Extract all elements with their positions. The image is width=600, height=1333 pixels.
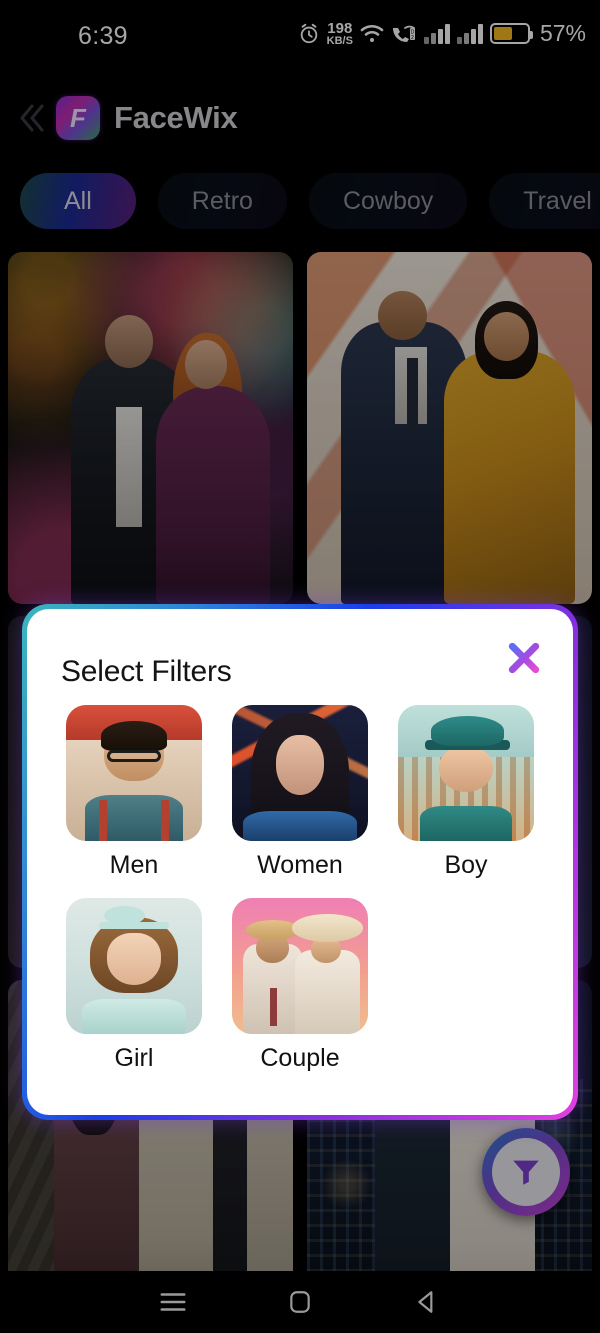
filter-thumb-couple (232, 898, 368, 1034)
back-triangle-icon[interactable] (404, 1279, 450, 1325)
filter-option-men[interactable]: Men (59, 705, 209, 880)
filter-thumb-girl (66, 898, 202, 1034)
recents-menu-icon[interactable] (150, 1279, 196, 1325)
home-square-icon[interactable] (277, 1279, 323, 1325)
filter-thumb-men (66, 705, 202, 841)
dialog-title: Select Filters (61, 655, 232, 688)
filter-label-couple: Couple (260, 1044, 340, 1072)
filter-options-grid: Men Women Boy Girl Couple (59, 705, 541, 1073)
filter-option-boy[interactable]: Boy (391, 705, 541, 880)
filter-option-women[interactable]: Women (225, 705, 375, 880)
filter-option-couple[interactable]: Couple (225, 898, 375, 1073)
select-filters-dialog: Select Filters Men Women Boy Girl Couple (22, 604, 578, 1120)
filter-label-girl: Girl (114, 1044, 154, 1072)
filter-thumb-boy (398, 705, 534, 841)
filter-label-men: Men (109, 851, 159, 879)
dialog-body: Select Filters Men Women Boy Girl Couple (27, 609, 573, 1115)
close-x-icon[interactable] (503, 637, 545, 679)
filter-label-boy: Boy (444, 851, 488, 879)
filter-option-girl[interactable]: Girl (59, 898, 209, 1073)
android-nav-bar (0, 1271, 600, 1333)
phone-screen: 6:39 198 KB/S D2 57% F FaceWix All Retro… (0, 0, 600, 1333)
filter-label-women: Women (257, 851, 343, 879)
filter-thumb-women (232, 705, 368, 841)
